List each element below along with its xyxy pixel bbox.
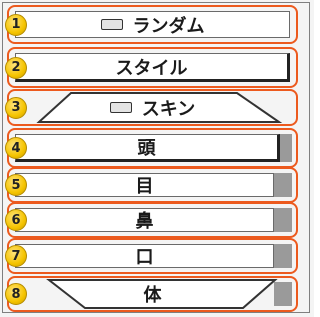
eyes-label: 目 — [135, 176, 154, 197]
slot-skin: 3 スキン — [5, 89, 298, 126]
nose-label: 鼻 — [135, 211, 154, 232]
skin-tab-content: スキン — [9, 91, 296, 124]
number-badge-5: 5 — [5, 174, 27, 196]
style-label: スタイル — [115, 57, 188, 79]
mouth-button[interactable]: 口 — [15, 244, 274, 268]
number-badge-8: 8 — [5, 283, 27, 305]
skin-label: スキン — [141, 98, 196, 120]
number-badge-3: 3 — [5, 96, 27, 119]
nose-side-strip — [274, 208, 292, 232]
random-label: ランダム — [132, 15, 205, 37]
body-label: 体 — [143, 285, 162, 306]
number-badge-7: 7 — [5, 245, 27, 267]
nose-button[interactable]: 鼻 — [15, 208, 274, 232]
slot-nose: 6 鼻 — [5, 202, 298, 238]
slot-style: 2 スタイル — [5, 47, 298, 88]
mouth-label: 口 — [135, 247, 154, 268]
number-badge-6: 6 — [5, 209, 27, 231]
slot-mouth: 7 口 — [5, 238, 298, 274]
slot-eyes: 5 目 — [5, 167, 298, 203]
body-tab-content: 体 — [9, 278, 296, 310]
head-label: 頭 — [137, 138, 156, 159]
eyes-button[interactable]: 目 — [15, 173, 274, 197]
keyboard-icon — [109, 102, 132, 113]
eyes-side-strip — [274, 173, 292, 197]
slot-body: 8 体 — [5, 276, 298, 312]
head-side-strip — [280, 134, 292, 162]
skin-tab[interactable]: スキン — [9, 91, 296, 124]
mouth-side-strip — [274, 244, 292, 268]
number-badge-4: 4 — [5, 137, 27, 159]
number-badge-1: 1 — [5, 13, 27, 36]
number-badge-2: 2 — [5, 56, 27, 79]
random-button[interactable]: ランダム — [15, 11, 290, 38]
menu-panel: 1 ランダム 2 スタイル 3 スキン 4 頭 5 目 6 鼻 7 口 8 体 — [0, 0, 314, 317]
body-tab[interactable]: 体 — [9, 278, 296, 310]
head-button[interactable]: 頭 — [15, 134, 280, 162]
slot-head: 4 頭 — [5, 128, 298, 168]
keyboard-icon — [100, 19, 123, 30]
slot-random: 1 ランダム — [5, 5, 298, 44]
style-button[interactable]: スタイル — [15, 53, 290, 82]
